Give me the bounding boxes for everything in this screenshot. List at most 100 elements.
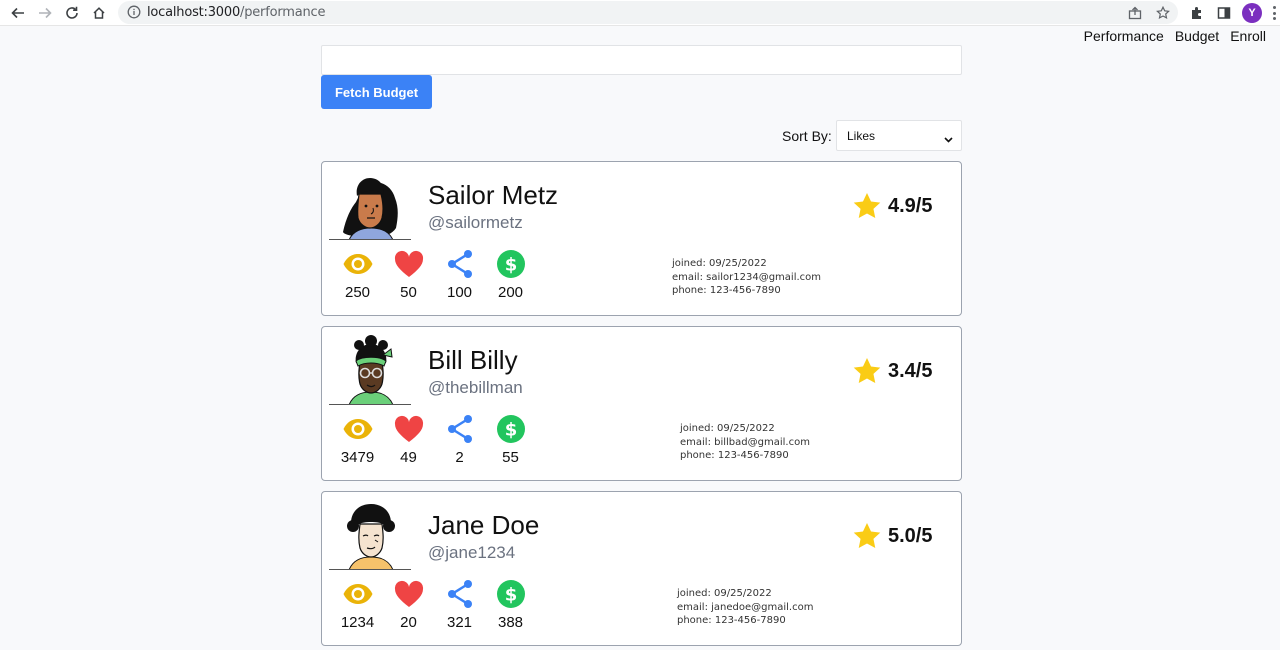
likes-stat: 49 bbox=[383, 413, 434, 466]
rating: 3.4/5 bbox=[852, 357, 932, 385]
earnings-stat: $ 55 bbox=[485, 413, 536, 466]
star-icon bbox=[853, 357, 881, 384]
user-handle: @thebillman bbox=[428, 378, 523, 397]
joined-date: joined: 09/25/2022 bbox=[680, 423, 775, 434]
rating: 4.9/5 bbox=[852, 192, 932, 220]
likes-stat: 20 bbox=[383, 578, 434, 631]
browser-toolbar: localhost:3000/performance Y bbox=[0, 0, 1280, 26]
stats-row: 250 50 100 $ 200 bbox=[332, 248, 536, 301]
sort-selected-value: Likes bbox=[847, 128, 876, 143]
email: email: billbad@gmail.com bbox=[680, 436, 810, 448]
dollar-icon: $ bbox=[496, 248, 526, 280]
heart-icon bbox=[394, 578, 424, 610]
rating-value: 4.9/5 bbox=[888, 194, 933, 217]
share-icon bbox=[445, 248, 475, 280]
contact-info: joined: 09/25/2022 email: sailor1234@gma… bbox=[672, 257, 821, 298]
browser-menu-icon[interactable] bbox=[1272, 6, 1276, 20]
views-count: 1234 bbox=[340, 614, 375, 631]
earnings-count: 388 bbox=[497, 614, 524, 631]
stats-row: 3479 49 2 $ 55 bbox=[332, 413, 536, 466]
earnings-count: 55 bbox=[502, 449, 519, 466]
bookmark-star-icon[interactable] bbox=[1154, 4, 1172, 22]
views-stat: 250 bbox=[332, 248, 383, 301]
nav-link-enroll[interactable]: Enroll bbox=[1230, 28, 1266, 44]
reload-icon[interactable] bbox=[63, 4, 81, 22]
email: email: janedoe@gmail.com bbox=[677, 601, 814, 613]
user-card: Jane Doe @jane1234 5.0/5 1234 20 321 $ 3… bbox=[321, 491, 962, 646]
heart-icon bbox=[394, 413, 424, 445]
fetch-budget-button[interactable]: Fetch Budget bbox=[321, 75, 432, 109]
rating-value: 3.4/5 bbox=[888, 359, 933, 382]
share-icon bbox=[445, 413, 475, 445]
shares-stat: 321 bbox=[434, 578, 485, 631]
earnings-count: 200 bbox=[497, 284, 524, 301]
user-handle: @sailormetz bbox=[428, 213, 523, 232]
likes-count: 50 bbox=[400, 284, 417, 301]
budget-input[interactable] bbox=[321, 45, 962, 75]
phone: phone: 123-456-7890 bbox=[672, 285, 781, 296]
phone: phone: 123-456-7890 bbox=[680, 450, 789, 461]
side-panel-icon[interactable] bbox=[1215, 4, 1233, 22]
avatar bbox=[329, 500, 411, 570]
user-name: Jane Doe bbox=[428, 510, 540, 540]
extensions-icon[interactable] bbox=[1188, 4, 1206, 22]
rating: 5.0/5 bbox=[852, 522, 932, 550]
views-stat: 3479 bbox=[332, 413, 383, 466]
chevron-down-icon bbox=[944, 132, 953, 146]
contact-info: joined: 09/25/2022 email: billbad@gmail.… bbox=[680, 422, 810, 463]
profile-avatar[interactable]: Y bbox=[1242, 3, 1262, 23]
joined-date: joined: 09/25/2022 bbox=[672, 258, 767, 269]
shares-stat: 2 bbox=[434, 413, 485, 466]
heart-icon bbox=[394, 248, 424, 280]
nav-link-budget[interactable]: Budget bbox=[1175, 28, 1219, 44]
email: email: sailor1234@gmail.com bbox=[672, 271, 822, 283]
sort-label: Sort By: bbox=[782, 128, 832, 144]
views-stat: 1234 bbox=[332, 578, 383, 631]
star-icon bbox=[853, 522, 881, 549]
user-handle: @jane1234 bbox=[428, 543, 516, 562]
likes-count: 49 bbox=[400, 449, 417, 466]
eye-icon bbox=[342, 248, 374, 280]
shares-stat: 100 bbox=[434, 248, 485, 301]
share-icon bbox=[445, 578, 475, 610]
svg-text:$: $ bbox=[504, 420, 517, 441]
views-count: 3479 bbox=[340, 449, 375, 466]
user-name: Sailor Metz bbox=[428, 180, 559, 210]
back-arrow-icon[interactable] bbox=[9, 4, 27, 22]
user-card: Sailor Metz @sailormetz 4.9/5 250 50 100… bbox=[321, 161, 962, 316]
avatar bbox=[329, 335, 411, 405]
shares-count: 100 bbox=[446, 284, 473, 301]
url-path: /performance bbox=[240, 5, 326, 20]
user-card: Bill Billy @thebillman 3.4/5 3479 49 2 $… bbox=[321, 326, 962, 481]
likes-count: 20 bbox=[400, 614, 417, 631]
avatar bbox=[329, 170, 411, 240]
home-icon[interactable] bbox=[90, 4, 108, 22]
eye-icon bbox=[342, 413, 374, 445]
dollar-icon: $ bbox=[496, 578, 526, 610]
rating-value: 5.0/5 bbox=[888, 524, 933, 547]
nav-link-performance[interactable]: Performance bbox=[1084, 28, 1164, 44]
svg-text:$: $ bbox=[504, 255, 517, 276]
share-page-icon[interactable] bbox=[1126, 4, 1144, 22]
earnings-stat: $ 388 bbox=[485, 578, 536, 631]
sort-select[interactable]: Likes bbox=[836, 120, 962, 151]
forward-arrow-icon[interactable] bbox=[36, 4, 54, 22]
top-nav: Performance Budget Enroll bbox=[1084, 28, 1266, 44]
info-icon[interactable] bbox=[127, 5, 141, 24]
eye-icon bbox=[342, 578, 374, 610]
svg-text:$: $ bbox=[504, 585, 517, 606]
address-bar[interactable]: localhost:3000/performance bbox=[118, 1, 1178, 24]
url-text: localhost:3000/performance bbox=[147, 5, 325, 20]
views-count: 250 bbox=[344, 284, 371, 301]
url-host: localhost:3000 bbox=[147, 5, 241, 20]
star-icon bbox=[853, 192, 881, 219]
joined-date: joined: 09/25/2022 bbox=[677, 588, 772, 599]
earnings-stat: $ 200 bbox=[485, 248, 536, 301]
stats-row: 1234 20 321 $ 388 bbox=[332, 578, 536, 631]
shares-count: 2 bbox=[455, 449, 464, 466]
shares-count: 321 bbox=[446, 614, 473, 631]
user-name: Bill Billy bbox=[428, 345, 518, 375]
dollar-icon: $ bbox=[496, 413, 526, 445]
phone: phone: 123-456-7890 bbox=[677, 615, 786, 626]
likes-stat: 50 bbox=[383, 248, 434, 301]
